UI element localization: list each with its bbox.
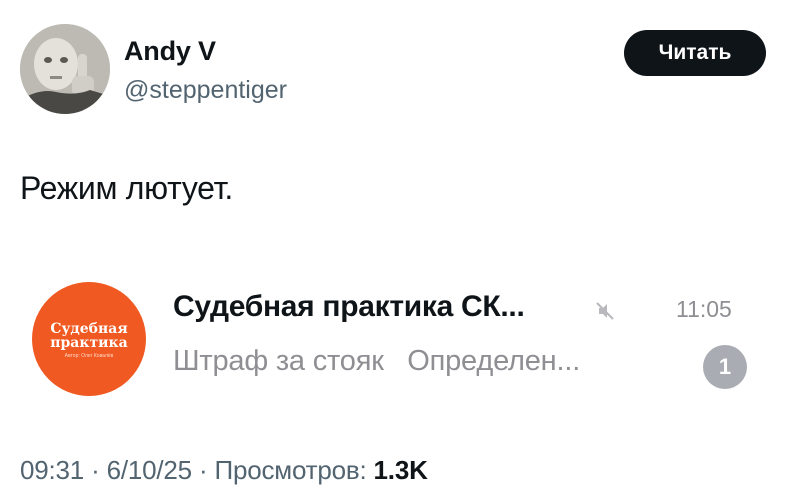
author-handle[interactable]: @steppentiger xyxy=(124,76,287,105)
channel-title: Судебная практика СК... xyxy=(173,290,525,323)
tweet-date[interactable]: 6/10/25 xyxy=(107,455,193,485)
channel-avatar: Судебная практика Автор: Олег Ковалёв xyxy=(32,282,146,396)
tweet-meta: 09:31 · 6/10/25 · Просмотров: 1.3K xyxy=(20,455,428,486)
message-time: 11:05 xyxy=(676,296,732,322)
author-avatar[interactable] xyxy=(20,24,110,114)
follow-button[interactable]: Читать xyxy=(624,30,766,76)
channel-logo-line2: практика xyxy=(50,335,128,351)
channel-logo-subtitle: Автор: Олег Ковалёв xyxy=(64,353,114,359)
message-preview: Штраф за стояк Определен... xyxy=(173,345,581,377)
meta-separator: · xyxy=(84,455,107,485)
views-label: Просмотров: xyxy=(214,455,374,485)
tweet-text: Режим лютует. xyxy=(20,170,234,206)
author-name[interactable]: Andy V xyxy=(124,36,216,67)
mute-icon xyxy=(596,302,614,320)
tweet-card: Andy V @steppentiger Читать Режим лютует… xyxy=(0,0,800,502)
views-count[interactable]: 1.3K xyxy=(374,455,428,485)
unread-badge: 1 xyxy=(703,345,747,389)
user-avatar-icon xyxy=(20,24,110,114)
meta-separator: · xyxy=(191,455,215,485)
tweet-time[interactable]: 09:31 xyxy=(20,455,84,485)
channel-logo-line1: Судебная xyxy=(50,321,128,337)
